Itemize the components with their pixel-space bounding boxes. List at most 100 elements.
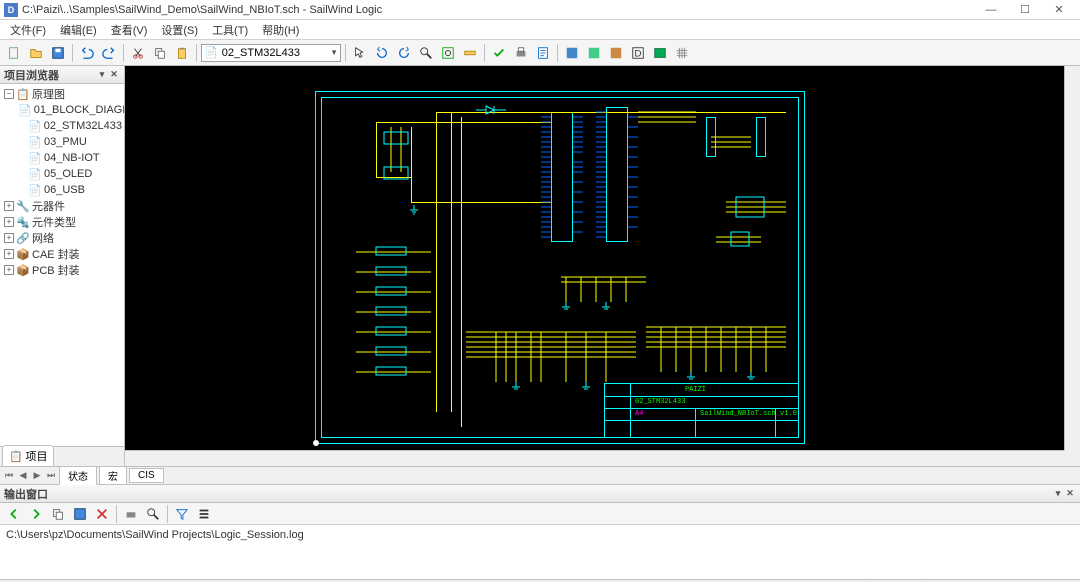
rotate-right-button[interactable]	[394, 43, 414, 63]
project-tree[interactable]: − 📋 原理图 📄01_BLOCK_DIAGRAM 📄02_STM32L433 …	[0, 84, 124, 446]
tree-components[interactable]: +🔧元器件	[2, 198, 122, 214]
out-copy-button[interactable]	[48, 504, 68, 524]
tab-status[interactable]: 状态	[59, 466, 97, 485]
tree-cae-decal[interactable]: +📦CAE 封装	[2, 246, 122, 262]
schematic-frame: PAIZI 02_STM32L433 A4 SailWind_NBIoT.sch…	[315, 91, 805, 444]
horizontal-scrollbar[interactable]	[125, 450, 1064, 466]
menu-edit[interactable]: 编辑(E)	[54, 20, 103, 40]
tree-sheet-02[interactable]: 📄02_STM32L433	[2, 118, 122, 134]
menu-setup[interactable]: 设置(S)	[155, 20, 204, 40]
expand-icon[interactable]: +	[4, 233, 14, 243]
check-button[interactable]	[489, 43, 509, 63]
out-back-button[interactable]	[4, 504, 24, 524]
project-pane: 项目浏览器 ▾ ✕ − 📋 原理图 📄01_BLOCK_DIAGRAM 📄02_…	[0, 66, 125, 466]
new-button[interactable]	[4, 43, 24, 63]
tree-nets[interactable]: +🔗网络	[2, 230, 122, 246]
paste-button[interactable]	[172, 43, 192, 63]
project-pane-title: 项目浏览器	[4, 67, 59, 83]
cut-button[interactable]	[128, 43, 148, 63]
zoom-button[interactable]	[416, 43, 436, 63]
sheet-icon: 📄	[18, 104, 32, 116]
rotate-left-button[interactable]	[372, 43, 392, 63]
expand-icon[interactable]: +	[4, 249, 14, 259]
out-save-button[interactable]	[70, 504, 90, 524]
out-clear-button[interactable]	[92, 504, 112, 524]
tab-prev-icon[interactable]: ◀	[16, 469, 30, 483]
tree-pcb-decal[interactable]: +📦PCB 封装	[2, 262, 122, 278]
tab-next-icon[interactable]: ▶	[30, 469, 44, 483]
out-list-button[interactable]	[194, 504, 214, 524]
output-pane-title: 输出窗口	[4, 486, 48, 502]
layer-3-button[interactable]	[606, 43, 626, 63]
report-button[interactable]	[533, 43, 553, 63]
out-filter-button[interactable]	[172, 504, 192, 524]
tab-first-icon[interactable]: ⏮	[2, 469, 16, 483]
zoom-fit-button[interactable]	[438, 43, 458, 63]
out-find-button[interactable]	[143, 504, 163, 524]
titleblock-sheet: 02_STM32L433	[635, 398, 685, 406]
menubar: 文件(F) 编辑(E) 查看(V) 设置(S) 工具(T) 帮助(H)	[0, 20, 1080, 40]
tree-sheet-01[interactable]: 📄01_BLOCK_DIAGRAM	[2, 102, 122, 118]
origin-marker	[313, 440, 319, 446]
tab-last-icon[interactable]: ⏭	[44, 469, 58, 483]
expand-icon[interactable]: +	[4, 265, 14, 275]
redo-button[interactable]	[99, 43, 119, 63]
menu-tools[interactable]: 工具(T)	[206, 20, 254, 40]
sheet-icon: 📄	[28, 120, 42, 132]
titleblock-size: A4	[635, 410, 643, 418]
sheet-icon: 📄	[28, 152, 42, 164]
ruler-button[interactable]	[460, 43, 480, 63]
tree-sheet-04[interactable]: 📄04_NB-IOT	[2, 150, 122, 166]
output-content[interactable]: C:\Users\pz\Documents\SailWind Projects\…	[0, 525, 1080, 579]
types-icon: 🔩	[16, 216, 30, 228]
drc-button[interactable]: D	[628, 43, 648, 63]
main-area: 项目浏览器 ▾ ✕ − 📋 原理图 📄01_BLOCK_DIAGRAM 📄02_…	[0, 66, 1080, 466]
menu-file[interactable]: 文件(F)	[4, 20, 52, 40]
out-print-button[interactable]	[121, 504, 141, 524]
menu-view[interactable]: 查看(V)	[105, 20, 154, 40]
tree-root-schematic[interactable]: − 📋 原理图	[2, 86, 122, 102]
expand-icon[interactable]: +	[4, 201, 14, 211]
board-button[interactable]	[650, 43, 670, 63]
pane-close-icon[interactable]: ✕	[1064, 488, 1076, 500]
layer-2-button[interactable]	[584, 43, 604, 63]
print-button[interactable]	[511, 43, 531, 63]
sheet-combo[interactable]: 📄 02_STM32L433 ▼	[201, 44, 341, 62]
tree-sheet-06[interactable]: 📄06_USB	[2, 182, 122, 198]
sheet-combo-value: 02_STM32L433	[222, 47, 330, 59]
output-pane-header: 输出窗口 ▾ ✕	[0, 485, 1080, 503]
pane-dropdown-icon[interactable]: ▾	[96, 69, 108, 81]
tree-sheet-05[interactable]: 📄05_OLED	[2, 166, 122, 182]
save-button[interactable]	[48, 43, 68, 63]
component-icon: 🔧	[16, 200, 30, 212]
titleblock: PAIZI 02_STM32L433 A4 SailWind_NBIoT.sch…	[604, 383, 799, 438]
output-toolbar	[0, 503, 1080, 525]
bottom-tabs: ⏮ ◀ ▶ ⏭ 状态 宏 CIS	[0, 466, 1080, 484]
collapse-icon[interactable]: −	[4, 89, 14, 99]
main-toolbar: 📄 02_STM32L433 ▼ D	[0, 40, 1080, 66]
maximize-button[interactable]: ☐	[1008, 1, 1042, 19]
tab-project[interactable]: 📋 项目	[2, 445, 54, 466]
layer-1-button[interactable]	[562, 43, 582, 63]
pane-close-icon[interactable]: ✕	[108, 69, 120, 81]
schematic-canvas[interactable]: PAIZI 02_STM32L433 A4 SailWind_NBIoT.sch…	[125, 66, 1080, 466]
close-button[interactable]: ✕	[1042, 1, 1076, 19]
expand-icon[interactable]: +	[4, 217, 14, 227]
pointer-button[interactable]	[350, 43, 370, 63]
tree-comp-types[interactable]: +🔩元件类型	[2, 214, 122, 230]
tab-macro[interactable]: 宏	[99, 466, 127, 485]
tab-cis[interactable]: CIS	[129, 468, 164, 483]
open-button[interactable]	[26, 43, 46, 63]
grid-button[interactable]	[672, 43, 692, 63]
vertical-scrollbar[interactable]	[1064, 66, 1080, 450]
menu-help[interactable]: 帮助(H)	[256, 20, 305, 40]
undo-button[interactable]	[77, 43, 97, 63]
svg-text:D: D	[635, 48, 642, 59]
copy-button[interactable]	[150, 43, 170, 63]
minimize-button[interactable]: —	[974, 1, 1008, 19]
out-forward-button[interactable]	[26, 504, 46, 524]
tree-sheet-03[interactable]: 📄03_PMU	[2, 134, 122, 150]
pane-dropdown-icon[interactable]: ▾	[1052, 488, 1064, 500]
titleblock-company: PAIZI	[685, 386, 706, 394]
sheet-icon: 📄	[28, 184, 42, 196]
